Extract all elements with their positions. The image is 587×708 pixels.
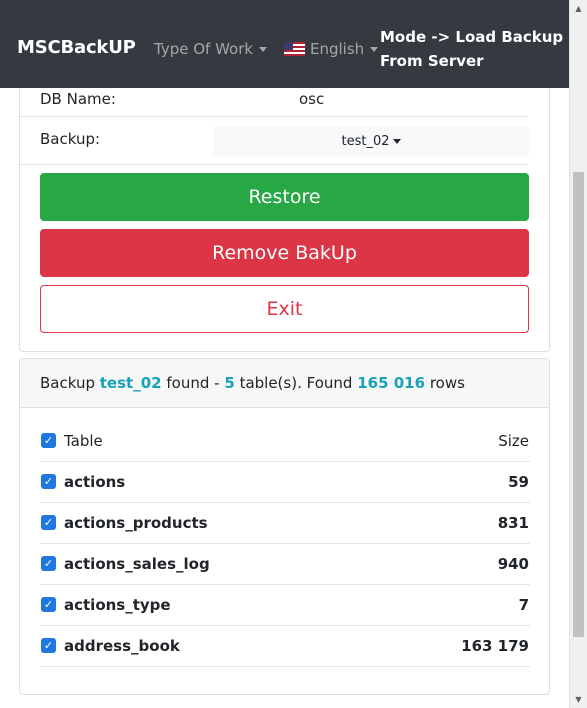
row-checkbox[interactable]: ✓ [41,556,56,571]
row-checkbox[interactable]: ✓ [41,474,56,489]
remove-backup-button[interactable]: Remove BakUp [40,229,529,277]
summary-backup-name: test_02 [99,374,162,392]
summary-rows-text: rows [429,374,465,392]
table-header-row: ✓ Table Size [40,421,530,462]
table-row: ✓ actions_sales_log 940 [40,544,530,585]
backup-select[interactable]: test_02 [213,126,529,156]
db-name-value: osc [299,90,325,108]
exit-button[interactable]: Exit [40,285,529,333]
mode-line-2: From Server [380,52,484,70]
row-checkbox[interactable]: ✓ [41,515,56,530]
summary-tables-text: table(s). Found [239,374,353,392]
backup-summary: Backup test_02 found - 5 table(s). Found… [20,359,549,408]
restore-button[interactable]: Restore [40,173,529,221]
table-row: ✓ actions_products 831 [40,503,530,544]
navbar: MSCBackUP Type Of Work English Mode -> L… [0,0,569,88]
table-size: 831 [497,514,529,532]
caret-down-icon [370,46,379,52]
table-size: 7 [518,596,529,614]
scroll-thumb[interactable] [573,172,584,637]
table-name: actions_products [64,514,208,532]
summary-found-text: found - [166,374,220,392]
brand-logo[interactable]: MSCBackUP [17,37,136,58]
row-checkbox[interactable]: ✓ [41,638,56,653]
mode-indicator: Mode -> Load Backup From Server [380,25,565,73]
table-row: ✓ address_book 163 179 [40,626,530,667]
scroll-up-arrow-icon[interactable]: ▲ [570,0,587,17]
backup-select-value: test_02 [341,133,390,149]
type-of-work-label: Type Of Work [154,40,254,58]
type-of-work-dropdown[interactable]: Type Of Work [154,40,268,58]
table-header-size: Size [498,432,529,450]
language-dropdown[interactable]: English [284,40,379,58]
db-name-row: DB Name: osc [20,88,528,117]
db-name-label: DB Name: [40,90,116,108]
table-size: 940 [497,555,529,573]
caret-down-icon [392,138,401,144]
mode-line-1: Mode -> Load Backup [380,28,564,46]
summary-table-count: 5 [224,374,235,392]
summary-prefix: Backup [40,374,95,392]
table-name: actions [64,473,126,491]
backup-label: Backup: [40,130,101,148]
table-row: ✓ actions 59 [40,462,530,503]
table-name: actions_type [64,596,171,614]
backup-row: Backup: test_02 [20,117,529,165]
table-name: address_book [64,637,180,655]
language-label: English [310,40,365,58]
us-flag-icon [284,42,305,56]
table-size: 59 [508,473,529,491]
caret-down-icon [259,47,268,52]
row-checkbox[interactable]: ✓ [41,597,56,612]
summary-row-count: 165 016 [357,374,426,392]
table-size: 163 179 [461,637,529,655]
table-row: ✓ actions_type 7 [40,585,530,626]
table-name: actions_sales_log [64,555,210,573]
select-all-checkbox[interactable]: ✓ [41,433,56,448]
vertical-scrollbar[interactable]: ▲ ▼ [569,0,587,708]
table-header-name: Table [64,432,103,450]
scroll-down-arrow-icon[interactable]: ▼ [570,691,587,708]
backup-tables-card: Backup test_02 found - 5 table(s). Found… [19,358,550,695]
